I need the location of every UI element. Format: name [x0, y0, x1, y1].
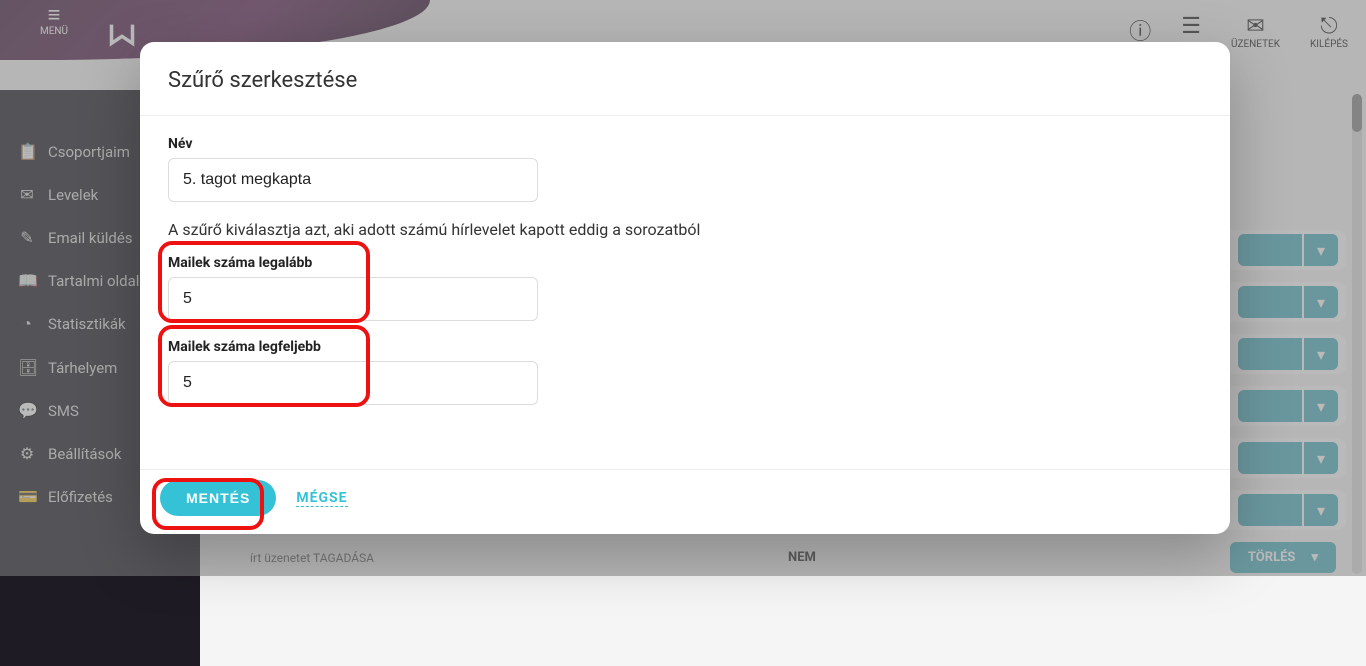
modal-title: Szűrő szerkesztése	[168, 68, 1202, 93]
modal-footer: MENTÉS MÉGSE	[140, 469, 1230, 534]
min-label: Mailek száma legalább	[168, 255, 1202, 271]
max-field-group: Mailek száma legfeljebb	[168, 339, 1202, 405]
name-field-group: Név	[168, 136, 1202, 202]
messages-button[interactable]: ✉ÜZENETEK	[1231, 14, 1280, 50]
save-button[interactable]: MENTÉS	[160, 480, 276, 516]
filter-edit-modal: Szűrő szerkesztése Név A szűrő kiválaszt…	[140, 42, 1230, 534]
modal-body: Név A szűrő kiválasztja azt, aki adott s…	[140, 116, 1230, 469]
min-input-wrap	[168, 277, 538, 321]
logout-button[interactable]: ⎋KILÉPÉS	[1310, 14, 1348, 50]
logout-label: KILÉPÉS	[1310, 39, 1348, 50]
logout-icon: ⎋	[1310, 14, 1348, 39]
min-input[interactable]	[183, 290, 523, 308]
name-input-wrap	[168, 158, 538, 202]
name-label: Név	[168, 136, 1202, 152]
min-field-group: Mailek száma legalább	[168, 255, 1202, 321]
mail-icon: ✉	[1231, 14, 1280, 39]
max-input[interactable]	[183, 374, 523, 392]
max-label: Mailek száma legfeljebb	[168, 339, 1202, 355]
cancel-button[interactable]: MÉGSE	[296, 490, 347, 507]
name-input[interactable]	[183, 171, 523, 189]
filter-description: A szűrő kiválasztja azt, aki adott számú…	[168, 220, 1202, 239]
modal-header: Szűrő szerkesztése	[140, 42, 1230, 116]
messages-label: ÜZENETEK	[1231, 39, 1280, 50]
max-input-wrap	[168, 361, 538, 405]
list-icon: ☰	[1181, 14, 1201, 39]
